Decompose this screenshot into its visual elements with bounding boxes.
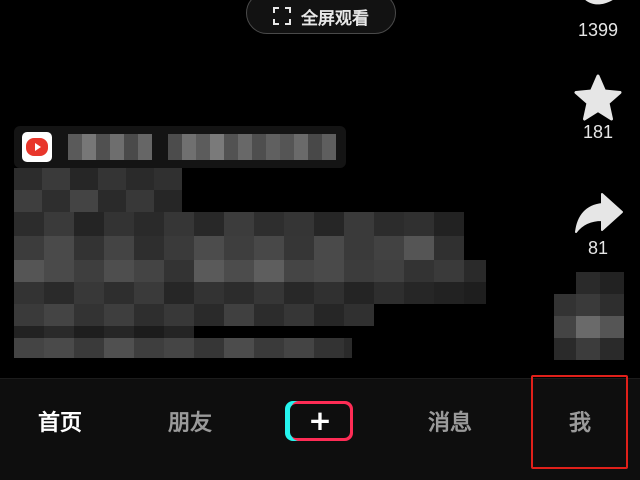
tab-friends[interactable]: 朋友 xyxy=(150,401,230,441)
video-feed-area[interactable]: 全屏观看 1399 181 81 xyxy=(0,0,640,378)
music-disc-avatar[interactable] xyxy=(554,272,640,360)
caption-redacted xyxy=(14,168,486,360)
share-action[interactable]: 81 xyxy=(568,190,628,259)
author-bar[interactable] xyxy=(14,126,346,168)
play-logo-icon xyxy=(22,132,52,162)
tab-home[interactable]: 首页 xyxy=(20,401,100,441)
favorite-action[interactable]: 181 xyxy=(568,74,628,143)
create-button[interactable]: + xyxy=(285,401,353,441)
share-count: 81 xyxy=(587,238,609,258)
fullscreen-label: 全屏观看 xyxy=(301,8,369,29)
like-action[interactable]: 1399 xyxy=(568,0,628,41)
fullscreen-corners-icon xyxy=(273,7,291,25)
fullscreen-button[interactable]: 全屏观看 xyxy=(246,0,396,34)
plus-icon: + xyxy=(308,404,332,437)
heart-icon xyxy=(585,0,613,5)
like-count: 1399 xyxy=(577,20,619,40)
favorite-count: 181 xyxy=(582,122,614,142)
share-arrow-icon xyxy=(575,193,623,233)
star-icon xyxy=(574,74,622,121)
tab-messages[interactable]: 消息 xyxy=(410,401,490,441)
tab-me-highlight-box xyxy=(531,375,628,469)
